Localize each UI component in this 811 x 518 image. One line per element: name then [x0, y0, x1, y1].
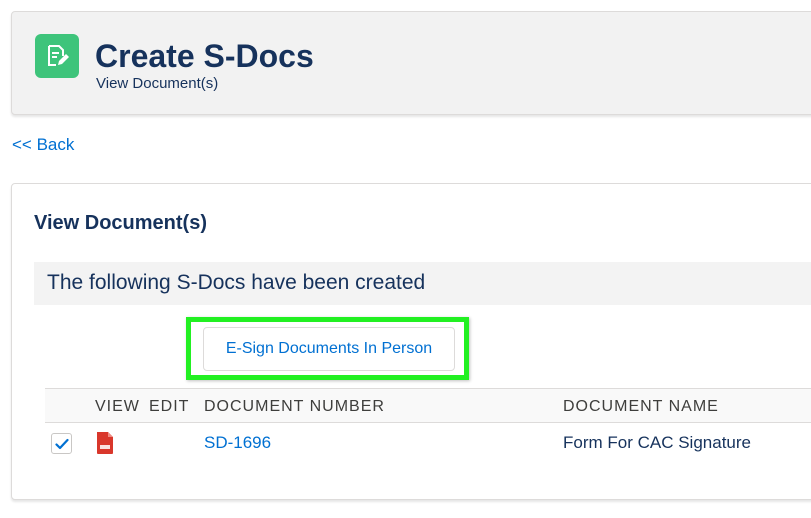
- back-link[interactable]: << Back: [12, 135, 74, 155]
- document-edit-icon: [35, 34, 79, 78]
- checkmark-icon: [54, 438, 69, 449]
- section-heading: View Document(s): [34, 212, 207, 234]
- notice-text: The following S-Docs have been created: [47, 271, 426, 294]
- column-header-view: VIEW: [95, 398, 140, 415]
- pdf-icon[interactable]: [95, 431, 115, 455]
- table-row: SD-1696 Form For CAC Signature: [45, 423, 811, 463]
- notice-bar: The following S-Docs have been created: [34, 262, 811, 305]
- column-header-edit: EDIT: [149, 398, 190, 415]
- column-header-document-number: DOCUMENT NUMBER: [204, 398, 385, 415]
- row-checkbox[interactable]: [51, 433, 72, 454]
- page-subtitle: View Document(s): [96, 75, 219, 92]
- documents-table: VIEW EDIT DOCUMENT NUMBER DOCUMENT NAME …: [45, 388, 811, 463]
- document-number-link[interactable]: SD-1696: [204, 433, 271, 453]
- esign-in-person-button[interactable]: E-Sign Documents In Person: [203, 327, 455, 371]
- document-name: Form For CAC Signature: [563, 433, 751, 452]
- column-header-document-name: DOCUMENT NAME: [563, 398, 719, 415]
- table-header: VIEW EDIT DOCUMENT NUMBER DOCUMENT NAME: [45, 388, 811, 423]
- view-documents-card: View Document(s) The following S-Docs ha…: [11, 183, 811, 500]
- page-header: Create S-Docs View Document(s): [11, 11, 811, 115]
- page-title: Create S-Docs: [95, 38, 314, 74]
